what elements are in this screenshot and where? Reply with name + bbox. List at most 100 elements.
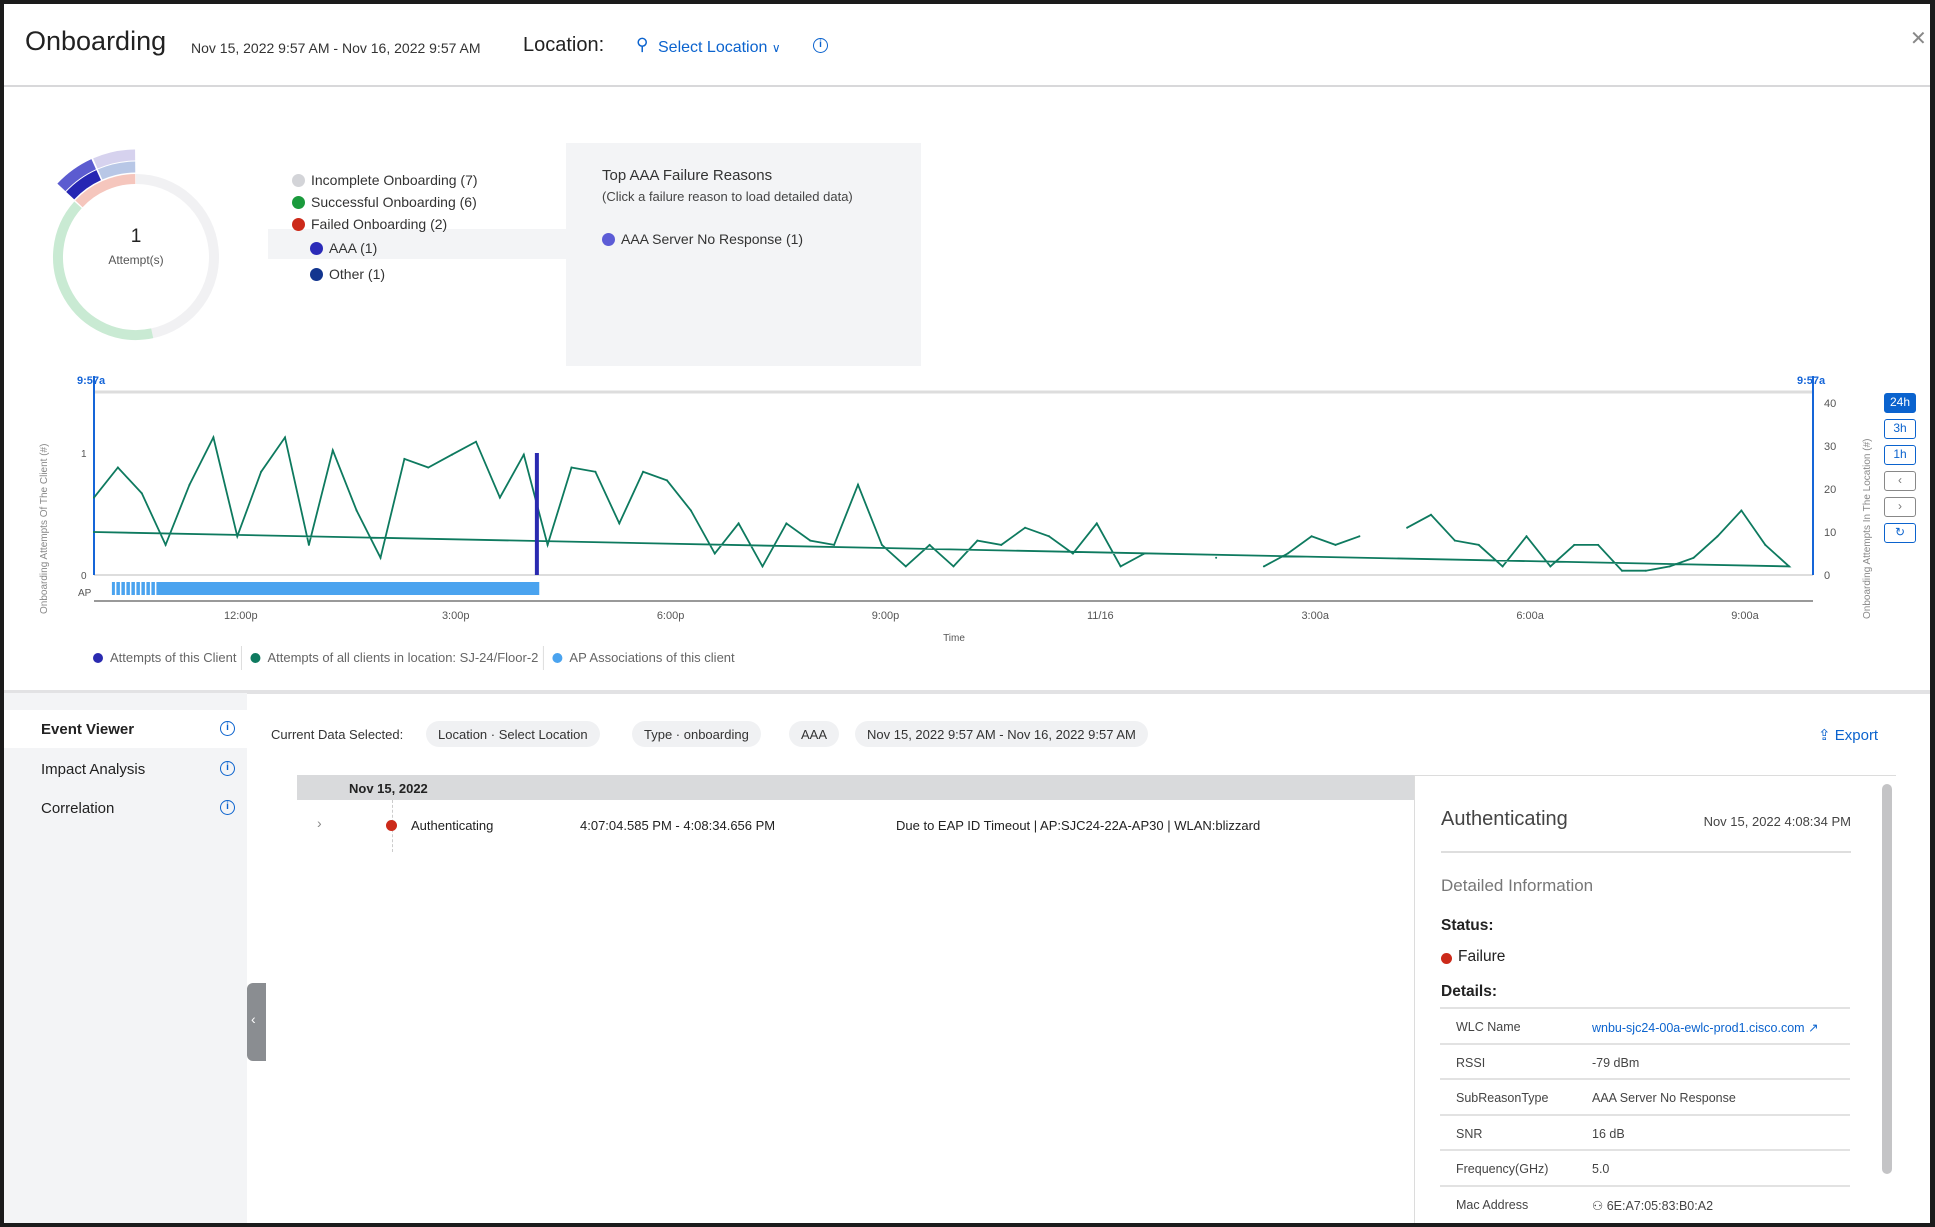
donut-segment-other[interactable]	[97, 161, 136, 180]
legend-item[interactable]: AAA (1)	[310, 240, 377, 256]
expand-chevron-icon[interactable]: ›	[317, 815, 322, 831]
location-attempts-point	[928, 543, 931, 546]
export-icon: ⇪	[1818, 727, 1831, 744]
x-tick-label: 9:00a	[1731, 610, 1759, 622]
location-attempts-point	[618, 522, 621, 525]
sidebar-item[interactable]: Event Viewer i	[4, 710, 247, 748]
onboarding-window: Onboarding Nov 15, 2022 9:57 AM - Nov 16…	[4, 4, 1930, 1223]
location-attempts-point	[857, 483, 859, 486]
detail-key: WLC Name	[1456, 1020, 1521, 1034]
x-axis-title: Time	[943, 633, 965, 644]
y-left-axis-title: Onboarding Attempts Of The Client (#)	[39, 444, 50, 614]
info-icon[interactable]: i	[813, 38, 828, 53]
location-attempts-point	[570, 466, 573, 469]
sidebar-item[interactable]: Correlation i	[4, 789, 247, 827]
timeline-date-band: Nov 15, 2022	[297, 775, 1414, 800]
location-attempts-point	[260, 470, 263, 473]
location-attempts-point	[1716, 535, 1719, 538]
info-icon[interactable]: i	[220, 800, 235, 815]
legend-dot	[292, 173, 305, 187]
range-1h-button[interactable]: 1h	[1884, 445, 1916, 465]
sidebar-item[interactable]: Impact Analysis i	[4, 750, 247, 788]
location-attempts-point	[236, 535, 239, 538]
detail-value-text: 16 dB	[1592, 1126, 1625, 1141]
location-attempts-point	[1597, 543, 1600, 546]
x-tick-label: 3:00p	[442, 610, 470, 622]
location-attempts-point	[1119, 565, 1122, 568]
location-select[interactable]: Select Location ∨	[658, 39, 781, 57]
panel-subtitle: (Click a failure reason to load detailed…	[602, 189, 853, 204]
legend-item[interactable]: Incomplete Onboarding (7)	[292, 172, 478, 188]
detail-value: 5.0	[1592, 1162, 1609, 1176]
location-attempts-point	[307, 543, 310, 546]
info-icon[interactable]: i	[220, 761, 235, 776]
status-value: Failure	[1458, 948, 1506, 965]
filter-chip[interactable]: Type · onboarding	[632, 721, 761, 747]
location-attempts-point	[1668, 565, 1671, 568]
location-attempts-point	[1477, 543, 1480, 546]
y-right-tick: 40	[1824, 398, 1836, 410]
y-left-tick: 1	[81, 449, 87, 460]
location-label: Location:	[523, 34, 605, 56]
chevron-right-button[interactable]: ›	[1884, 497, 1916, 517]
chart-legend-label: Attempts of all clients in location: SJ-…	[267, 650, 538, 665]
location-attempts-line	[93, 434, 1792, 572]
ap-association-gap	[134, 582, 137, 595]
legend-item[interactable]: Successful Onboarding (6)	[292, 194, 477, 210]
event-row[interactable]: › Authenticating 4:07:04.585 PM - 4:08:3…	[297, 812, 1414, 840]
location-attempts-point	[1334, 543, 1337, 546]
range-24h-button[interactable]: 24h	[1884, 393, 1916, 413]
filter-chip[interactable]: Location · Select Location	[426, 721, 600, 747]
location-attempts-point	[403, 457, 406, 460]
timeline-date: Nov 15, 2022	[349, 781, 428, 796]
section-divider	[4, 690, 1930, 694]
location-attempts-point	[642, 470, 645, 473]
export-button[interactable]: ⇪ Export	[1818, 726, 1878, 744]
legend-item[interactable]: Failed Onboarding (2)	[292, 216, 447, 232]
close-icon[interactable]: ✕	[1910, 26, 1927, 51]
chevron-right-icon: ›	[1898, 499, 1902, 513]
wlc-link[interactable]: wnbu-sjc24-00a-ewlc-prod1.cisco.com ↗	[1592, 1020, 1819, 1035]
donut-value: 1	[130, 226, 142, 247]
location-attempts-point	[1215, 556, 1218, 559]
location-attempts-point	[666, 479, 668, 482]
detail-value: AAA Server No Response	[1592, 1091, 1736, 1105]
refresh-button[interactable]: ↻	[1884, 523, 1916, 543]
ap-association-gap	[144, 582, 147, 595]
info-icon[interactable]: i	[220, 721, 235, 736]
detail-value-text: AAA Server No Response	[1592, 1091, 1736, 1105]
date-range: Nov 15, 2022 9:57 AM - Nov 16, 2022 9:57…	[191, 40, 481, 56]
detail-divider	[1441, 851, 1851, 853]
detail-value: ⚇ 6E:A7:05:83:B0:A2	[1592, 1198, 1713, 1213]
range-3h-button[interactable]: 3h	[1884, 419, 1916, 439]
location-attempts-point	[1453, 539, 1456, 542]
location-attempts-point	[93, 531, 95, 533]
sidebar-item-label: Impact Analysis	[41, 761, 146, 778]
donut-segment-success[interactable]	[53, 201, 154, 340]
failure-reason-item[interactable]: AAA Server No Response (1)	[602, 231, 803, 247]
location-attempts-point	[1024, 526, 1027, 529]
location-attempts-point	[451, 453, 454, 456]
chevron-left-button[interactable]: ‹	[1884, 471, 1916, 491]
scrollbar[interactable]	[1882, 784, 1892, 1174]
location-attempts-point	[188, 483, 191, 486]
location-pin-icon: ⚲	[636, 35, 649, 54]
collapse-handle[interactable]: ‹	[247, 983, 266, 1061]
y-right-axis-title: Onboarding Attempts In The Location (#)	[1862, 439, 1873, 619]
legend-item[interactable]: Other (1)	[310, 266, 385, 282]
sidebar-item-label: Correlation	[41, 800, 115, 817]
location-attempts-point	[212, 436, 215, 439]
filter-chip[interactable]: Nov 15, 2022 9:57 AM - Nov 16, 2022 9:57…	[855, 721, 1148, 747]
legend-dot	[292, 217, 305, 231]
start-label: 9:57a	[77, 375, 106, 387]
range-label: 24h	[1889, 395, 1911, 409]
location-attempts-point	[1573, 543, 1576, 546]
ap-association-bar[interactable]	[111, 582, 540, 595]
range-label: 1h	[1893, 447, 1907, 461]
page-title: Onboarding	[25, 26, 167, 56]
filter-chip[interactable]: AAA	[789, 721, 840, 747]
chart-legend-label: AP Associations of this client	[569, 650, 735, 665]
ap-association-gap	[119, 582, 122, 595]
event-status-dot	[386, 820, 397, 831]
legend-dot	[310, 241, 323, 255]
